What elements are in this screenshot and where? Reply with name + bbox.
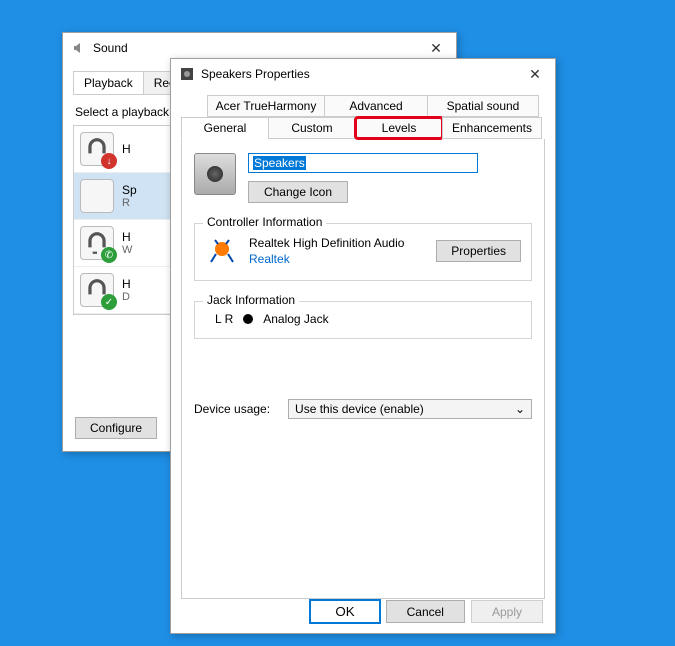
tab-enhancements[interactable]: Enhancements [442,117,542,139]
tab-content-general: Speakers Change Icon Controller Informat… [181,139,545,599]
jack-dot-icon [243,314,253,324]
properties-button[interactable]: Properties [436,240,521,262]
speakers-properties-window: Speakers Properties ✕ Acer TrueHarmony A… [170,58,556,634]
ok-button[interactable]: OK [310,600,379,623]
sound-title: Sound [93,41,424,55]
change-icon-button[interactable]: Change Icon [248,181,348,203]
close-icon[interactable]: ✕ [523,62,547,86]
device-icon [194,153,236,195]
group-title: Jack Information [203,293,299,307]
tab-custom[interactable]: Custom [268,117,356,139]
tabs: Acer TrueHarmony Advanced Spatial sound … [181,95,545,139]
apply-button[interactable]: Apply [471,600,543,623]
tab-advanced[interactable]: Advanced [324,95,428,117]
headset-icon: ✆ [80,226,114,260]
headphones-icon: ↓ [80,132,114,166]
device-usage-select[interactable]: Use this device (enable) ⌄ [288,399,532,419]
device-label: H [122,277,131,291]
device-label: H [122,230,132,244]
arrow-down-icon: ↓ [101,153,117,169]
phone-icon: ✆ [101,247,117,263]
controller-information-group: Controller Information Realtek High Defi… [194,223,532,281]
tab-general[interactable]: General [181,117,269,139]
group-title: Controller Information [203,215,326,229]
controller-name: Realtek High Definition Audio [249,236,426,250]
tab-acer-trueharmony[interactable]: Acer TrueHarmony [207,95,325,117]
realtek-crab-icon [205,234,239,268]
chevron-down-icon: ⌄ [515,402,525,416]
jack-lr: L R [215,312,233,326]
tab-playback[interactable]: Playback [73,71,144,94]
props-title: Speakers Properties [201,67,523,81]
speaker-icon [179,66,195,82]
controller-vendor-link[interactable]: Realtek [249,252,426,266]
props-titlebar[interactable]: Speakers Properties ✕ [171,59,555,89]
device-sub: R [122,197,137,209]
speaker-icon [71,40,87,56]
dialog-buttons: OK Cancel Apply [310,600,543,623]
device-label: Sp [122,183,137,197]
tab-levels[interactable]: Levels [355,117,443,139]
device-sub: W [122,244,132,256]
jack-type: Analog Jack [263,312,328,326]
speaker-icon [80,179,114,213]
jack-information-group: Jack Information L R Analog Jack [194,301,532,339]
cancel-button[interactable]: Cancel [386,600,465,623]
tab-spatial-sound[interactable]: Spatial sound [427,95,539,117]
device-label: H [122,142,131,156]
check-icon: ✓ [101,294,117,310]
configure-button[interactable]: Configure [75,417,157,439]
headphones-icon: ✓ [80,273,114,307]
close-icon[interactable]: ✕ [424,36,448,60]
device-usage-label: Device usage: [194,402,270,416]
device-sub: D [122,291,131,303]
device-usage-value: Use this device (enable) [295,402,424,416]
device-name-input[interactable]: Speakers [248,153,478,173]
